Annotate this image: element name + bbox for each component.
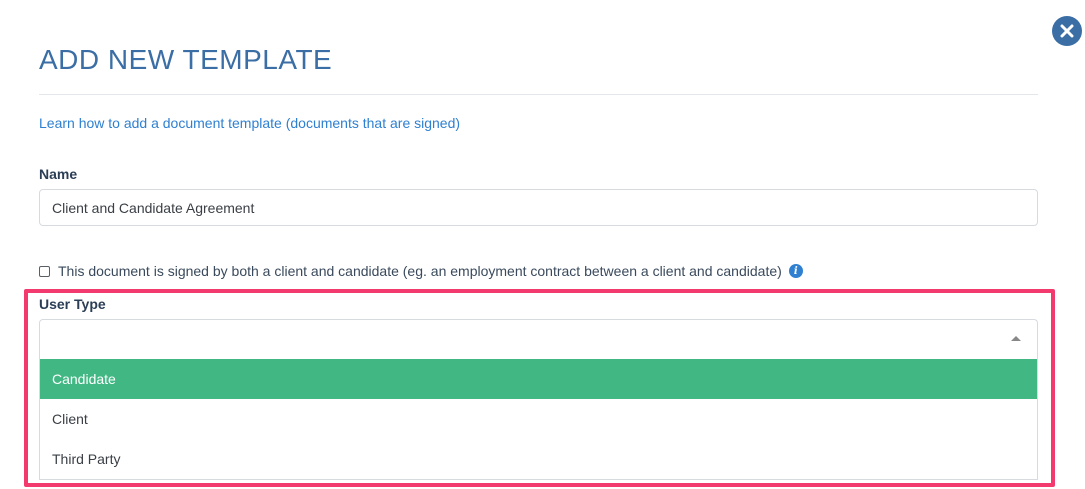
name-label: Name	[39, 166, 78, 182]
option-third-party[interactable]: Third Party	[40, 439, 1037, 479]
option-client[interactable]: Client	[40, 399, 1037, 439]
add-template-dialog: ADD NEW TEMPLATE Learn how to add a docu…	[0, 0, 1085, 489]
title-divider	[39, 94, 1038, 95]
user-type-select[interactable]	[39, 319, 1038, 359]
help-link[interactable]: Learn how to add a document template (do…	[39, 114, 460, 132]
user-type-label: User Type	[39, 296, 106, 312]
caret-up-icon	[1011, 336, 1021, 341]
signed-by-both-label[interactable]: This document is signed by both a client…	[58, 262, 782, 280]
name-input[interactable]	[39, 189, 1038, 226]
signed-by-both-checkbox[interactable]	[39, 265, 50, 277]
close-button[interactable]	[1052, 16, 1082, 46]
dialog-title: ADD NEW TEMPLATE	[39, 44, 333, 75]
info-icon[interactable]: i	[788, 264, 803, 278]
option-candidate[interactable]: Candidate	[40, 359, 1037, 399]
close-icon	[1060, 24, 1074, 38]
signed-by-both-row: This document is signed by both a client…	[39, 262, 803, 280]
user-type-dropdown: Candidate Client Third Party	[39, 359, 1038, 480]
